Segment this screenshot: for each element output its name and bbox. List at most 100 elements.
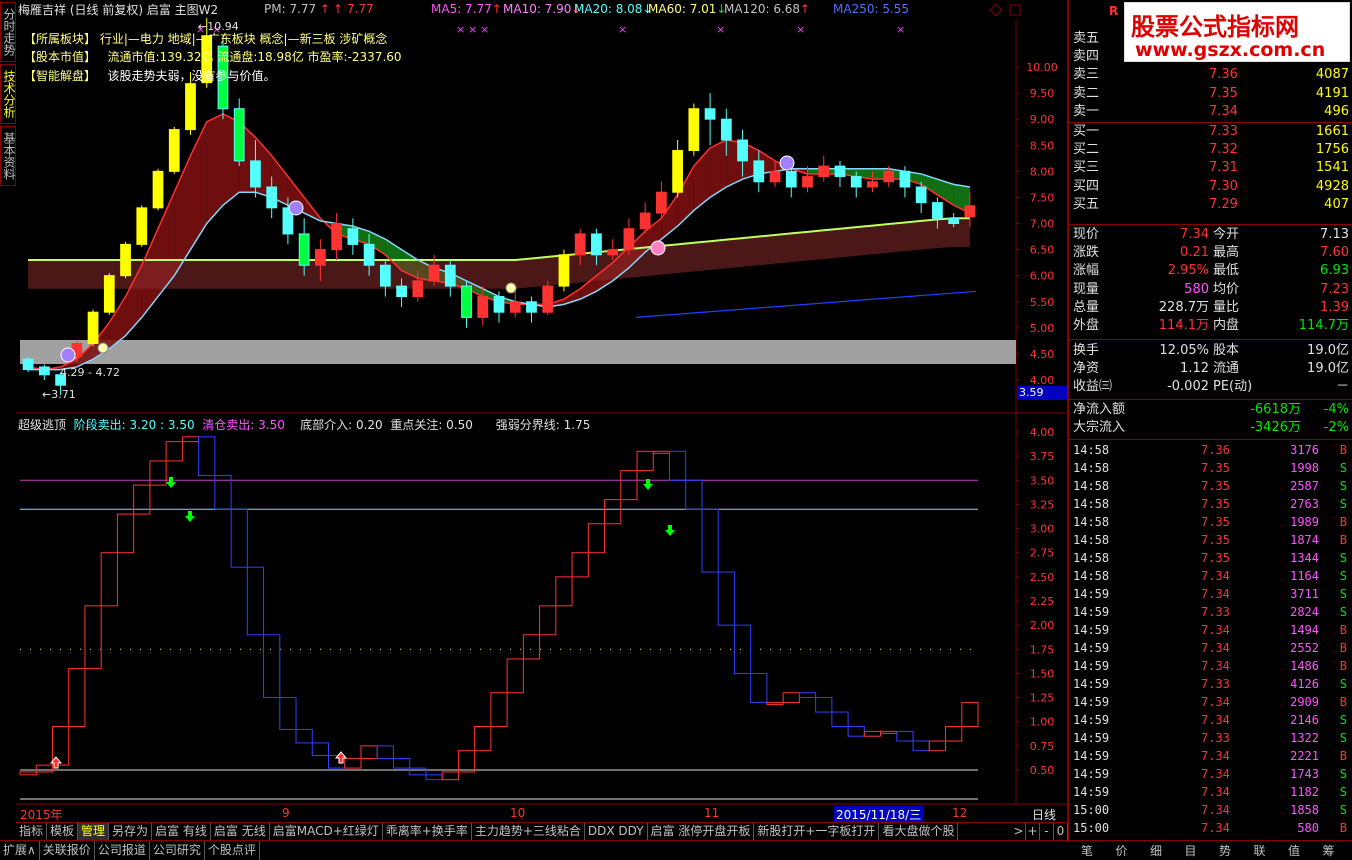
quote-label: 今开 [1213, 227, 1240, 242]
toolbar-btn-3[interactable]: 另存为 [109, 823, 153, 841]
right-tab-1[interactable]: 价 [1116, 842, 1128, 860]
signal-arrow [665, 525, 675, 536]
tick-time: 14:59 [1073, 713, 1110, 727]
indicator-box [409, 767, 427, 776]
candle-body [526, 301, 537, 313]
kline-chart[interactable]: 10.00 9.50 9.00 8.50 8.00 7.50 7.00 6.50 6.00 5.5… [16, 0, 1068, 822]
tab-fundamentals[interactable]: 基本资料 [0, 126, 16, 186]
toolbar-nav-3[interactable]: 0 [1054, 823, 1068, 841]
tick-time: 15:00 [1073, 821, 1110, 835]
toolbar-btn-1[interactable]: 模板 [47, 823, 79, 841]
candle-body [493, 296, 505, 313]
indicator-box [457, 750, 476, 773]
indicator-box [360, 745, 378, 759]
bottom-tab-3[interactable]: 公司研究 [150, 841, 205, 860]
right-tab-3[interactable]: 目 [1185, 842, 1197, 860]
candle-body [331, 223, 342, 251]
quote-row: 涨幅 2.95% 最低 6.93 [1069, 262, 1352, 280]
tick-row: 14:59 7.33 2824 S [1069, 603, 1352, 621]
tick-price: 7.34 [1201, 785, 1230, 799]
tick-price: 7.34 [1201, 749, 1230, 763]
candle-body [363, 243, 375, 266]
toolbar-btn-2[interactable]: 管理 [78, 823, 110, 841]
quote-value: 7.60 [1320, 245, 1349, 261]
fund-label: 股本 [1213, 343, 1240, 358]
tick-price: 7.34 [1201, 713, 1230, 727]
logo-text: 股票公式指标网 [1131, 13, 1299, 41]
right-tab-2[interactable]: 细 [1150, 842, 1162, 860]
tick-time: 14:59 [1073, 767, 1110, 781]
toolbar-btn-0[interactable]: 指标 [16, 823, 48, 841]
toolbar-btn-7[interactable]: 乖离率+换手率 [383, 823, 472, 841]
ind-axis-label: 4.00 [1030, 426, 1055, 439]
right-tab-7[interactable]: 筹 [1323, 842, 1335, 860]
toolbar-btn-9[interactable]: DDX DDY [585, 823, 648, 841]
tab-intraday[interactable]: 分时走势 [0, 2, 16, 62]
right-tab-5[interactable]: 联 [1254, 842, 1266, 860]
ma60-label: MA60: 7.01↓ [648, 2, 727, 16]
quote-row: 外盘 114.1万 内盘 114.7万 [1069, 317, 1352, 335]
toolbar-btn-12[interactable]: 看大盘做个股 [879, 823, 959, 841]
tick-side: S [1339, 461, 1347, 475]
candle-body [477, 296, 489, 318]
bottom-tab-0[interactable]: 扩展∧ [0, 841, 40, 860]
bid-row: 买二 7.32 1756 [1069, 141, 1352, 159]
ind-axis-label: 2.50 [1030, 571, 1055, 584]
candle-body [298, 233, 310, 266]
fund-value: -0.002 [1167, 379, 1209, 395]
candle-body [574, 233, 586, 256]
tick-volume: 1989 [1290, 515, 1319, 529]
fund-row: 净资 1.12 流通 19.0亿 [1069, 360, 1352, 378]
toolbar-nav-0[interactable]: > [1012, 823, 1026, 841]
book-divider-2 [1069, 224, 1352, 225]
book-label: 卖四 [1073, 49, 1100, 65]
candle-body [120, 243, 131, 277]
indicator-box [539, 605, 557, 636]
bottom-tab-4[interactable]: 个股点评 [205, 841, 260, 860]
date-m9: 9 [282, 806, 290, 820]
bottom-tab-1[interactable]: 关联报价 [40, 841, 95, 860]
toolbar-btn-11[interactable]: 新股打开+一字板打开 [754, 823, 880, 841]
quote-label: 内盘 [1213, 318, 1240, 333]
candle-body [802, 176, 813, 188]
tick-row: 14:58 7.35 1989 B [1069, 513, 1352, 531]
tab-technical[interactable]: 技术分析 [0, 64, 16, 124]
candle-body [607, 249, 619, 256]
candle-body [461, 285, 472, 318]
indicator-box [84, 605, 102, 670]
book-volume: 1541 [1315, 160, 1349, 176]
quote-value: 114.7万 [1298, 318, 1349, 333]
toolbar-btn-10[interactable]: 启富 涨停开盘开板 [648, 823, 755, 841]
tick-side: S [1339, 551, 1347, 565]
indicator-box [311, 742, 330, 757]
candle-body [753, 160, 765, 183]
toolbar-nav-2[interactable]: - [1040, 823, 1054, 841]
toolbar-btn-5[interactable]: 启富 无线 [211, 823, 270, 841]
candle-body [152, 170, 164, 209]
candle-body [591, 233, 602, 256]
toolbar-btn-6[interactable]: 启富MACD+红绿灯 [270, 823, 383, 841]
toolbar-nav-1[interactable]: + [1026, 823, 1040, 841]
flow-pct: -4% [1323, 402, 1349, 417]
tick-side: S [1339, 497, 1347, 511]
indicator-box [441, 771, 459, 781]
fund-value: 1.12 [1180, 361, 1209, 377]
tick-time: 14:59 [1073, 677, 1110, 691]
quote-value: 6.93 [1320, 263, 1349, 279]
chart-area[interactable]: 10.00 9.50 9.00 8.50 8.00 7.50 7.00 6.50 6.00 5.5… [16, 0, 1068, 823]
right-tab-6[interactable]: 值 [1288, 842, 1300, 860]
bottom-tab-2[interactable]: 公司报道 [95, 841, 150, 860]
right-tab-0[interactable]: 笔 [1081, 842, 1093, 860]
tick-side: S [1339, 605, 1347, 619]
quote-label: 现量 [1073, 281, 1100, 297]
candle-body [38, 366, 50, 376]
candle-body [899, 170, 911, 188]
toolbar-btn-4[interactable]: 启富 有线 [152, 823, 211, 841]
toolbar-btn-8[interactable]: 主力趋势+三线粘合 [472, 823, 585, 841]
low-label: ←3.71 [42, 388, 76, 401]
flow-label: 净流入额 [1073, 402, 1126, 417]
period-label[interactable]: 日线 [1032, 806, 1056, 823]
book-label: 买三 [1073, 160, 1100, 176]
right-tab-4[interactable]: 势 [1219, 842, 1231, 860]
tick-row: 14:58 7.34 1164 S [1069, 567, 1352, 585]
